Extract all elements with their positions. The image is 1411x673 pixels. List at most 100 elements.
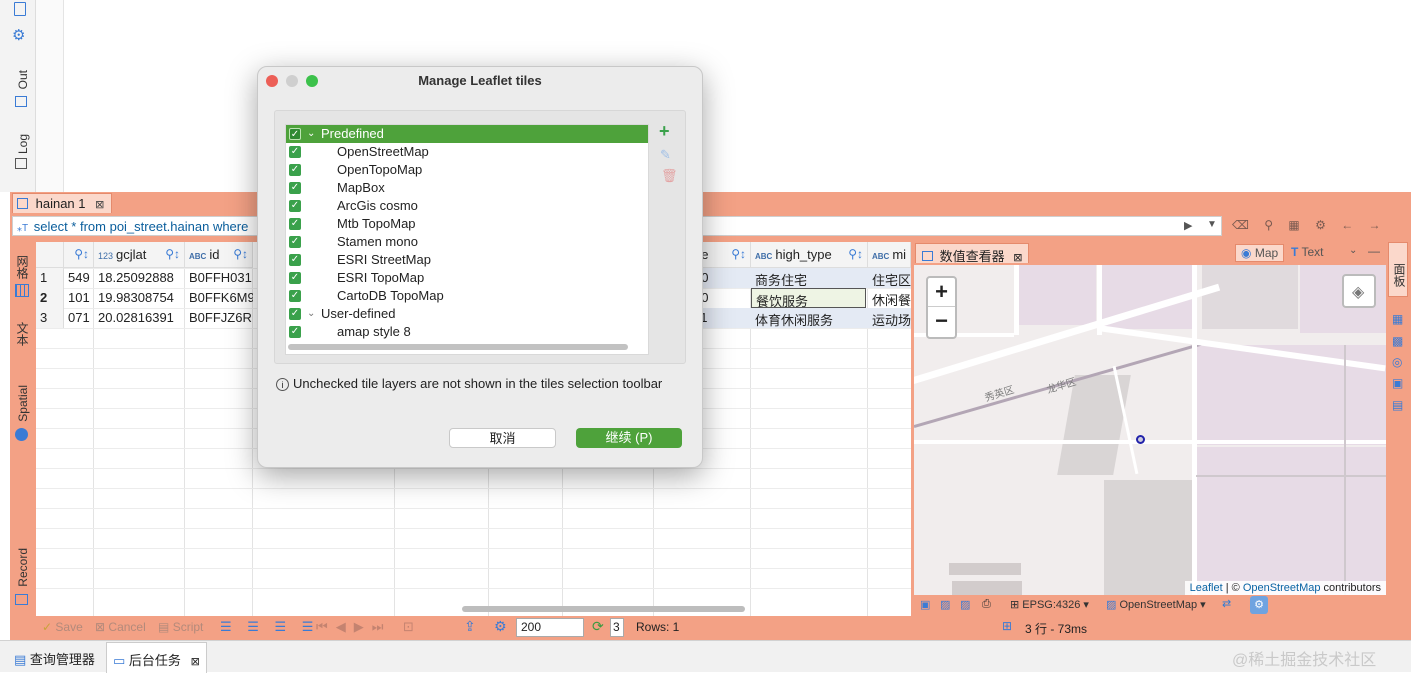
row-number[interactable]: 3	[36, 308, 64, 328]
log-label[interactable]: Log	[16, 134, 30, 154]
table-cell[interactable]: 运动场	[868, 308, 911, 328]
grid-icon[interactable]	[15, 284, 29, 297]
checkbox-checked[interactable]: ✓	[289, 200, 301, 212]
filter-sort-icon[interactable]: ⚲↕	[731, 247, 746, 261]
record-icon[interactable]	[15, 594, 28, 605]
out-label[interactable]: Out	[16, 70, 30, 89]
filter-sort-icon[interactable]: ⚲↕	[848, 247, 863, 261]
zoom-in-button[interactable]: +	[928, 278, 955, 307]
table-cell[interactable]: 休闲餐	[868, 288, 911, 308]
tiles-selector[interactable]: ▨ OpenStreetMap ▾	[1106, 598, 1206, 611]
fetch-size-input[interactable]: 200	[516, 618, 584, 637]
table-cell[interactable]: B0FFJZ6R	[185, 308, 253, 328]
tree-item-user-defined[interactable]: ✓ ⌄ User-defined	[286, 305, 648, 323]
tab-query-manager[interactable]: ▤ 查询管理器	[14, 649, 95, 668]
image-icon[interactable]: ▨	[940, 598, 950, 611]
checkbox-checked[interactable]: ✓	[289, 128, 301, 140]
row-edit-icons[interactable]: ☰ ☰ ☰ ☰	[220, 619, 319, 635]
pagination-icons[interactable]: ⏮◀▶⏭ ⊡	[316, 619, 422, 635]
column-header-mi[interactable]: ABC mi	[868, 242, 911, 268]
tree-item-tile[interactable]: ✓ OpenTopoMap	[286, 161, 648, 179]
add-icon[interactable]: +	[659, 121, 670, 142]
tab-background-tasks[interactable]: ▭ 后台任务 ⊠	[106, 642, 207, 673]
tree-item-tile[interactable]: ✓ Mtb TopoMap	[286, 215, 648, 233]
table-cell[interactable]: B0FFH031	[185, 268, 253, 288]
spatial-view-label[interactable]: Spatial	[16, 385, 30, 422]
leaflet-link[interactable]: Leaflet	[1190, 582, 1223, 594]
column-header-id[interactable]: ABC id ⚲↕	[185, 242, 253, 268]
save-button[interactable]: ✓ Save	[42, 620, 83, 634]
zoom-extent-icon[interactable]: ▣	[920, 598, 930, 611]
checkbox-checked[interactable]: ✓	[289, 272, 301, 284]
image-save-icon[interactable]: ▨	[960, 598, 970, 611]
close-icon[interactable]: ⊠	[95, 199, 104, 211]
table-cell-focused[interactable]: 餐饮服务	[751, 288, 866, 308]
horizontal-scrollbar[interactable]	[462, 606, 745, 612]
settings-icon[interactable]: ⚙	[1250, 596, 1268, 614]
filter-toolbar-icons[interactable]: ⌫ ⚲ ▦ ⚙ ← →	[1232, 218, 1387, 232]
panel-icon-grid[interactable]: ▩	[1392, 334, 1403, 348]
tree-item-tile[interactable]: ✓ MapBox	[286, 179, 648, 197]
column-header-high-type[interactable]: ABC high_type ⚲↕	[751, 242, 868, 268]
panel-icon-circle[interactable]: ◎	[1392, 355, 1402, 369]
checkbox-checked[interactable]: ✓	[289, 164, 301, 176]
tree-item-tile[interactable]: ✓ OpenStreetMap	[286, 143, 648, 161]
text-view-label[interactable]: 文本	[14, 322, 31, 346]
table-cell[interactable]: B0FFK6M9	[185, 288, 253, 308]
filter-sort-icon[interactable]: ⚲↕	[165, 247, 180, 261]
table-cell[interactable]: 101	[64, 288, 94, 308]
map-view[interactable]: 秀英区 龙华区 + − ◈ Leaflet | © OpenStreetMap …	[914, 265, 1386, 595]
osm-link[interactable]: OpenStreetMap	[1243, 582, 1321, 594]
output-icon[interactable]	[15, 96, 27, 107]
table-cell[interactable]: 549	[64, 268, 94, 288]
history-dropdown-icon[interactable]: ▼	[1207, 219, 1217, 230]
tree-item-tile[interactable]: ✓ ESRI StreetMap	[286, 251, 648, 269]
table-cell[interactable]: 19.98308754	[94, 288, 185, 308]
panel-toggle-icon[interactable]: ⊞	[1002, 619, 1012, 633]
table-cell[interactable]: 商务住宅	[751, 268, 868, 288]
record-view-label[interactable]: Record	[16, 548, 30, 587]
close-icon[interactable]: ⊠	[191, 656, 200, 668]
checkbox-checked[interactable]: ✓	[289, 290, 301, 302]
document-icon[interactable]	[14, 2, 26, 16]
globe-icon[interactable]	[15, 428, 28, 441]
crs-selector[interactable]: ⊞ EPSG:4326 ▾	[1010, 598, 1089, 611]
filter-sort-icon[interactable]: ⚲↕	[74, 247, 89, 261]
tree-item-tile[interactable]: ✓ ArcGis cosmo	[286, 197, 648, 215]
chevron-down-icon[interactable]: ⌄	[307, 125, 315, 143]
refresh-icon[interactable]: ⟳	[592, 618, 604, 635]
panels-tab[interactable]: 面板	[1388, 242, 1408, 297]
checkbox-checked[interactable]: ✓	[289, 326, 301, 338]
log-icon[interactable]	[15, 158, 27, 169]
run-filter-icon[interactable]: ▶	[1184, 219, 1192, 232]
panel-icon-table[interactable]: ▦	[1392, 312, 1403, 326]
table-cell[interactable]: 071	[64, 308, 94, 328]
tree-item-predefined[interactable]: ✓ ⌄ Predefined	[286, 125, 648, 143]
tree-item-tile[interactable]: ✓ CartoDB TopoMap	[286, 287, 648, 305]
cancel-button[interactable]: 取消	[449, 428, 556, 448]
table-cell[interactable]: 体育休闲服务	[751, 308, 868, 328]
table-cell[interactable]: 住宅区	[868, 268, 911, 288]
text-mode-button[interactable]: T Text	[1291, 245, 1323, 259]
checkbox-checked[interactable]: ✓	[289, 254, 301, 266]
tree-horizontal-scrollbar[interactable]	[288, 344, 628, 350]
row-number[interactable]: 2	[36, 288, 64, 308]
checkbox-checked[interactable]: ✓	[289, 308, 301, 320]
tree-item-tile[interactable]: ✓ amap style 8	[286, 323, 648, 341]
zoom-out-button[interactable]: −	[928, 307, 955, 336]
print-icon[interactable]: ⎙	[982, 598, 991, 611]
map-mode-button[interactable]: ◉ Map	[1235, 244, 1285, 262]
tree-item-tile[interactable]: ✓ ESRI TopoMap	[286, 269, 648, 287]
layers-control[interactable]: ◈	[1342, 274, 1376, 308]
table-cell[interactable]: 18.25092888	[94, 268, 185, 288]
chevron-down-icon[interactable]: ⌄	[307, 305, 315, 323]
table-cell[interactable]: 20.02816391	[94, 308, 185, 328]
checkbox-checked[interactable]: ✓	[289, 218, 301, 230]
cancel-button[interactable]: ⊠ Cancel	[95, 620, 146, 634]
filter-sort-icon[interactable]: ⚲↕	[233, 247, 248, 261]
checkbox-checked[interactable]: ✓	[289, 146, 301, 158]
map-point-marker[interactable]	[1136, 435, 1145, 444]
gear-icon[interactable]: ⚙	[12, 26, 25, 44]
panel-icon-image[interactable]: ▣	[1392, 376, 1403, 390]
continue-button[interactable]: 继续 (P)	[576, 428, 682, 448]
